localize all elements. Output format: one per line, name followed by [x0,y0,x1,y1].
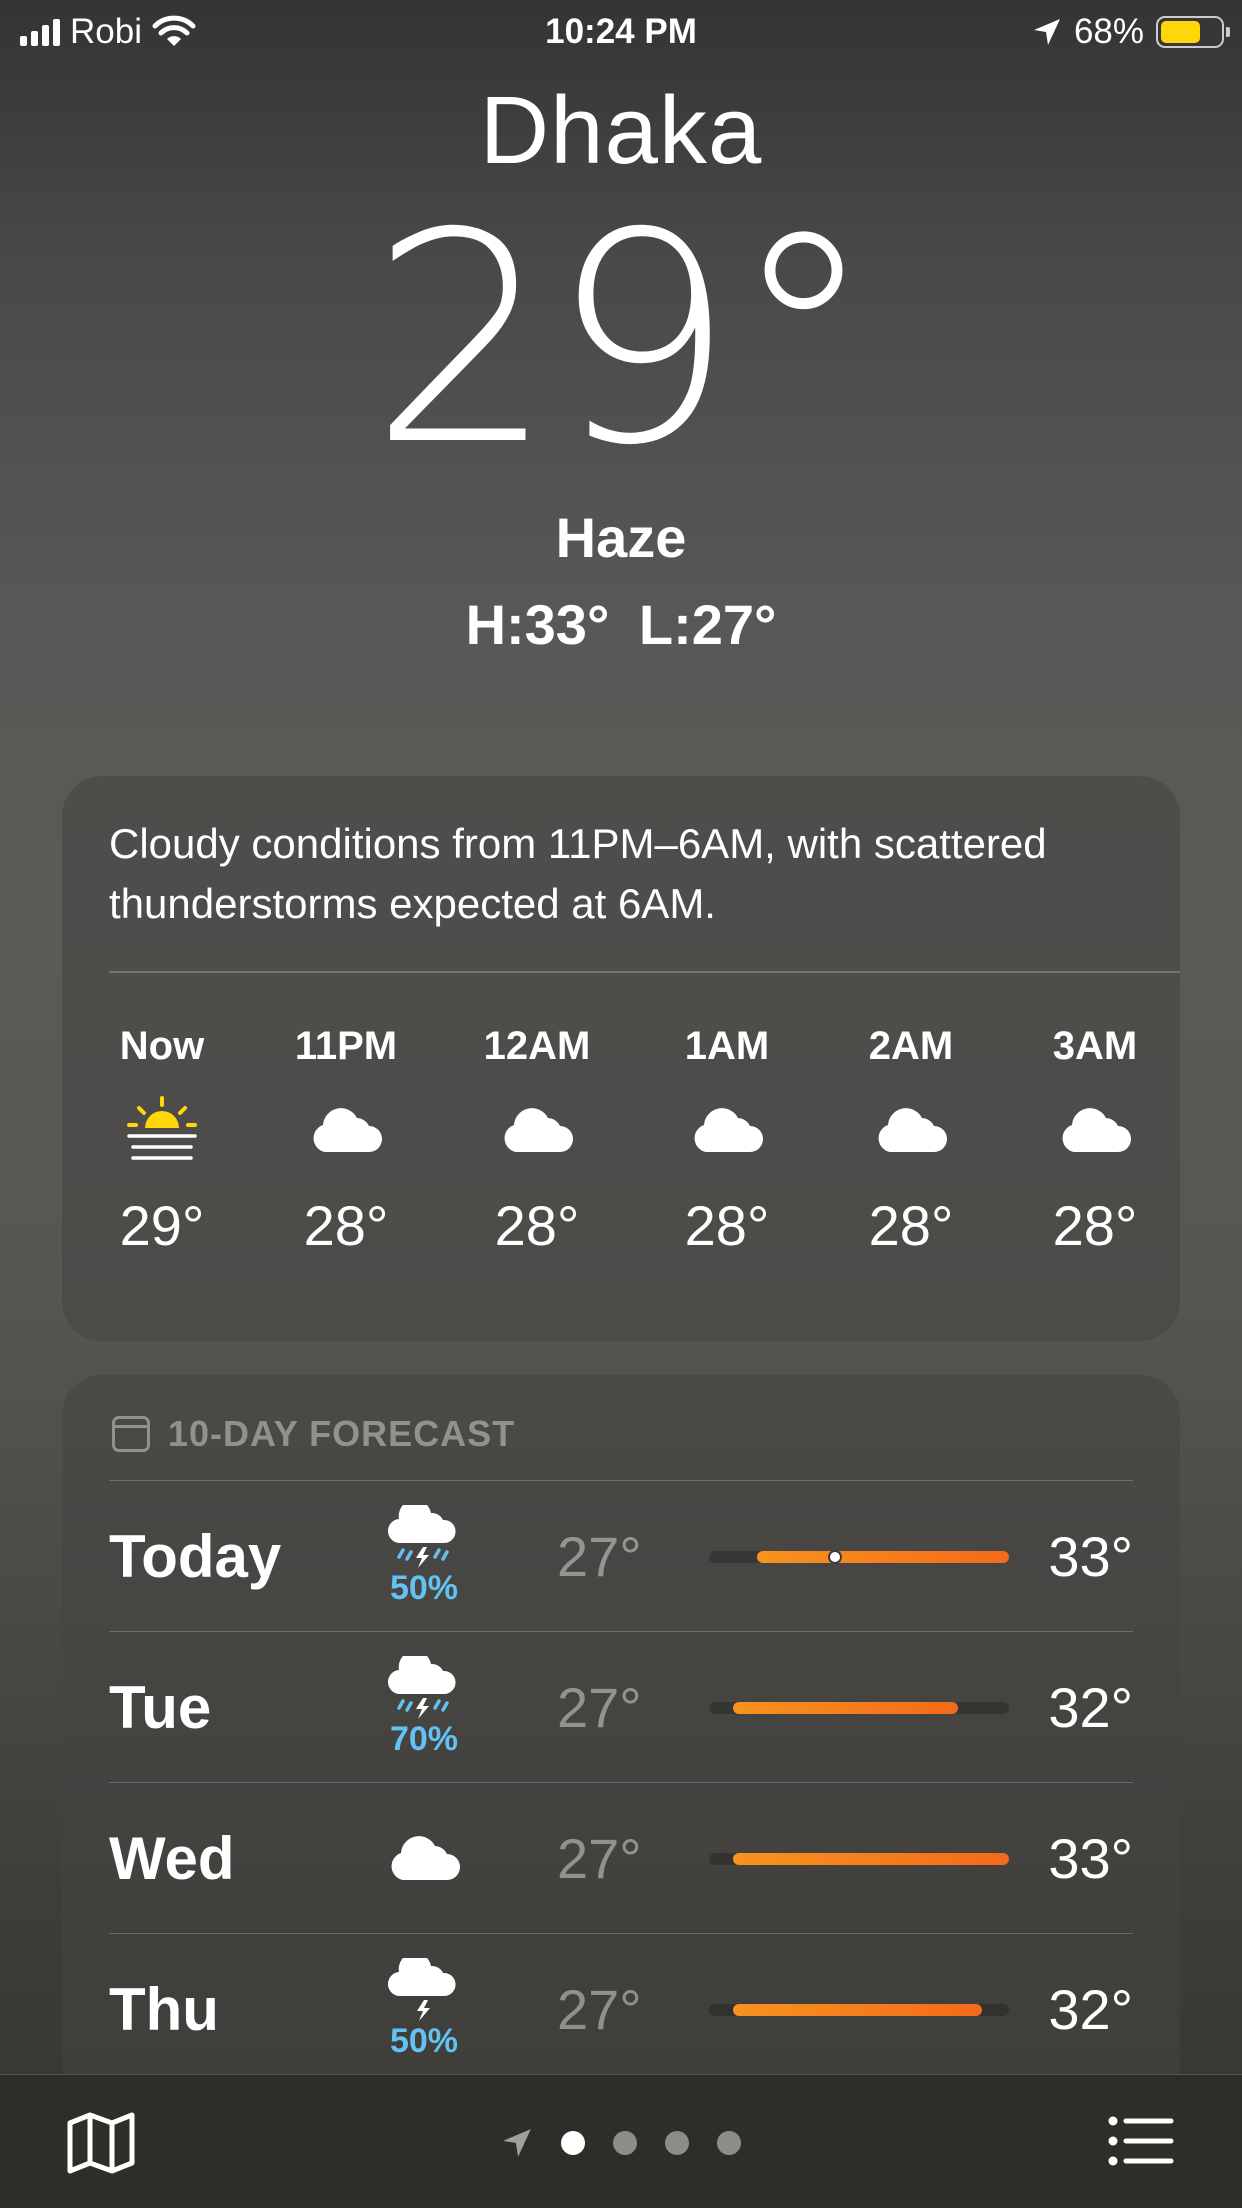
forecast-weather: 70% [369,1632,479,1783]
cloud-icon [1020,1076,1170,1186]
temp-range-bar [733,1853,1009,1865]
high-low: H:33° L:27° [465,593,777,656]
cloud-icon [836,1076,986,1186]
location-arrow-icon [1033,19,1060,45]
cloud-icon [652,1076,802,1186]
bottom-toolbar [0,2074,1242,2208]
status-bar: Robi 10:24 PM 68% [0,0,1242,62]
divider [109,971,1180,973]
forecast-row-wed[interactable]: Wed 27° 33° [109,1782,1133,1933]
hour-temp: 28° [303,1194,389,1257]
forecast-low: 27° [557,1827,642,1890]
battery-percent: 68% [1073,12,1144,51]
current-temperature: 29° [369,172,876,509]
thunderstorm-icon [388,1958,456,2021]
forecast-high: 33° [1048,1525,1133,1588]
hour-item: 1AM 28° [652,1016,802,1266]
cloud-icon [462,1076,612,1186]
temp-range-track [709,2004,1009,2016]
forecast-header: 10-DAY FORECAST [112,1413,515,1455]
temp-range-bar [733,1702,958,1714]
temp-range-bar [757,1551,1009,1563]
forecast-row-tue[interactable]: Tue 70% 27° 32° [109,1631,1133,1782]
hour-time: 1AM [684,1024,770,1068]
page-dot[interactable] [717,2131,741,2155]
current-condition: Haze [555,506,687,569]
city-name: Dhaka [479,77,763,184]
forecast-low: 27° [557,1525,642,1588]
forecast-high: 33° [1048,1827,1133,1890]
current-temp-marker [828,1550,842,1564]
page-dot[interactable] [613,2131,637,2155]
thunderstorm-rain-icon [388,1505,456,1568]
page-indicator[interactable] [0,2127,1242,2159]
forecast-high: 32° [1048,1978,1133,2041]
ten-day-forecast-card[interactable]: 10-DAY FORECAST Today 50% 27° 33° Tue 70… [62,1375,1180,2135]
hour-temp: 28° [1052,1194,1138,1257]
hour-temp: 29° [119,1194,205,1257]
list-icon[interactable] [1108,2115,1174,2167]
temp-range-track [709,1853,1009,1865]
hourly-summary: Cloudy conditions from 11PM–6AM, with sc… [109,820,1047,927]
hour-time: Now [119,1024,205,1068]
forecast-day: Tue [109,1674,212,1741]
thunderstorm-rain-icon [388,1656,456,1719]
sunset-haze-icon [87,1076,237,1186]
hour-time: 11PM [294,1024,398,1068]
page-dot[interactable] [665,2131,689,2155]
forecast-low: 27° [557,1676,642,1739]
status-right: 68% [1032,12,1230,52]
forecast-weather: 50% [369,1934,479,2085]
hour-item: 2AM 28° [836,1016,986,1266]
forecast-low: 27° [557,1978,642,2041]
hour-time: 2AM [868,1024,954,1068]
hour-temp: 28° [684,1194,770,1257]
forecast-weather: 50% [369,1481,479,1632]
hour-item: 11PM 28° [271,1016,421,1266]
calendar-icon [112,1416,150,1452]
temp-range-track [709,1702,1009,1714]
precip-chance: 50% [389,2022,459,2060]
hour-time: 3AM [1052,1024,1138,1068]
hour-temp: 28° [494,1194,580,1257]
forecast-day: Today [109,1523,282,1590]
hour-item: 3AM 28° [1020,1016,1170,1266]
forecast-day: Thu [109,1976,219,2043]
cloud-icon [271,1076,421,1186]
precip-chance: 70% [389,1720,459,1758]
cloud-icon [391,1835,460,1880]
forecast-day: Wed [109,1825,235,1892]
forecast-weather [369,1783,479,1934]
temp-range-track [709,1550,1009,1564]
location-arrow-icon[interactable] [501,2127,533,2159]
forecast-row-today[interactable]: Today 50% 27° 33° [109,1480,1133,1631]
hour-temp: 28° [868,1194,954,1257]
hourly-forecast-card[interactable]: Cloudy conditions from 11PM–6AM, with sc… [62,776,1180,1341]
precip-chance: 50% [389,1569,459,1607]
battery-icon [1156,16,1230,48]
battery-fill [1161,21,1201,43]
hour-time: 12AM [483,1024,591,1068]
forecast-high: 32° [1048,1676,1133,1739]
page-dot[interactable] [561,2131,585,2155]
forecast-title: 10-DAY FORECAST [168,1413,516,1454]
hour-item: Now 29° [87,1016,237,1266]
forecast-row-thu[interactable]: Thu 50% 27° 32° [109,1933,1133,2084]
temp-range-bar [733,2004,982,2016]
hour-item: 12AM 28° [462,1016,612,1266]
